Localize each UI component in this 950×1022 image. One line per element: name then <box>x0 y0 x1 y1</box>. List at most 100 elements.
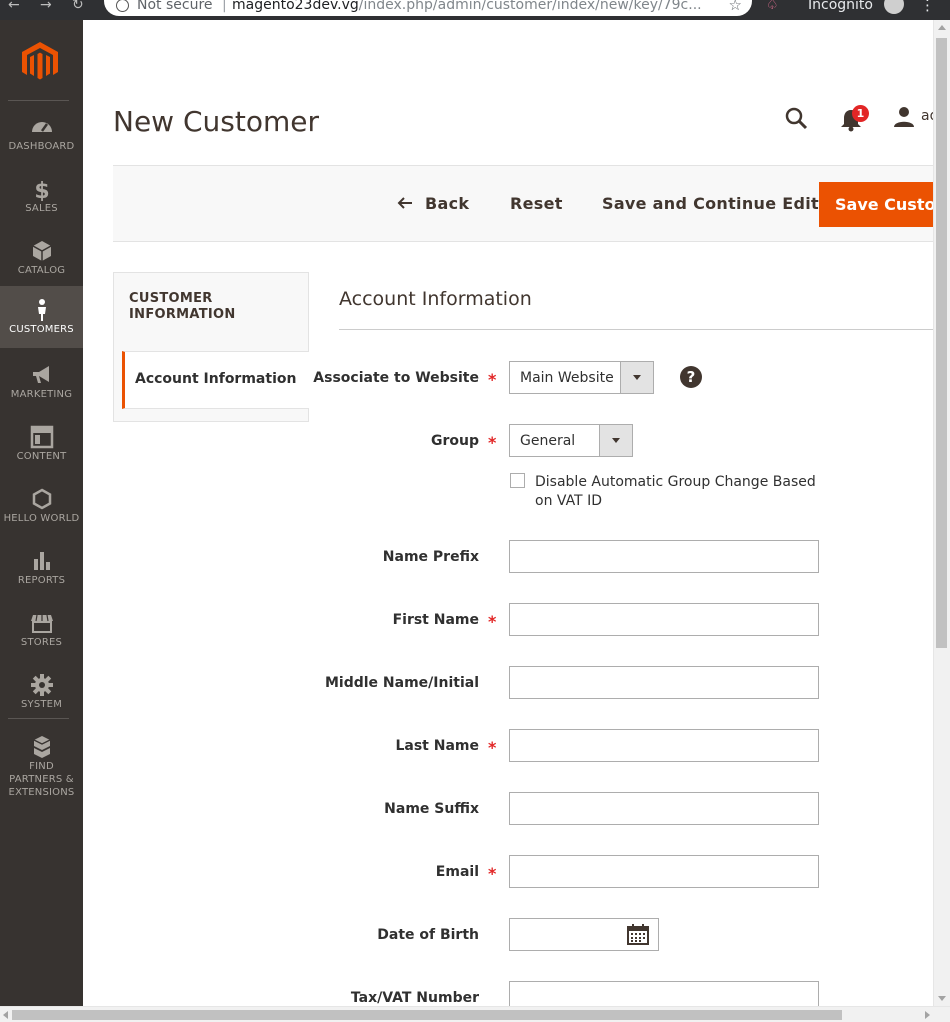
info-icon[interactable] <box>116 0 129 12</box>
browser-menu-icon[interactable]: ⋮ <box>920 0 935 14</box>
back-button[interactable]: Back <box>425 166 469 243</box>
page-actions-bar: Back Reset Save and Continue Edit Save C… <box>113 165 933 242</box>
reload-icon[interactable]: ↻ <box>72 0 84 12</box>
person-icon <box>37 299 46 321</box>
website-label: Associate to Website <box>313 370 479 386</box>
main-content: New Customer 1 ad Back Reset Save and Co… <box>83 20 933 1006</box>
tax-vat-input[interactable] <box>509 981 819 1006</box>
sidebar-item-find-partners[interactable]: FIND PARTNERS & EXTENSIONS <box>0 727 83 798</box>
address-bar[interactable]: Not secure | magento23dev.vg/index.php/a… <box>104 0 752 16</box>
horizontal-scrollbar[interactable] <box>0 1006 950 1022</box>
extension-icon[interactable]: ♤ <box>766 0 779 12</box>
section-divider <box>339 329 933 330</box>
box-icon <box>32 241 51 261</box>
user-name[interactable]: ad <box>921 108 933 124</box>
cubes-icon <box>33 736 50 758</box>
tab-account-information[interactable]: Account Information <box>122 351 309 409</box>
url-text: magento23dev.vg/index.php/admin/customer… <box>232 0 702 13</box>
group-label: Group <box>430 433 479 449</box>
user-icon[interactable] <box>893 106 915 128</box>
bar-chart-icon <box>33 552 50 570</box>
customer-tabs: CUSTOMER INFORMATION Account Information <box>113 272 309 422</box>
sidebar-divider <box>8 100 69 101</box>
tab-label: Account Information <box>135 371 297 387</box>
required-marker: * <box>488 433 497 452</box>
first-name-input[interactable] <box>509 603 819 636</box>
required-marker: * <box>488 738 497 757</box>
layout-icon <box>30 425 53 449</box>
website-select-value: Main Website <box>520 370 614 386</box>
back-arrow-icon[interactable] <box>397 195 413 211</box>
name-suffix-input[interactable] <box>509 792 819 825</box>
sidebar-item-reports[interactable]: REPORTS <box>0 541 83 603</box>
required-marker: * <box>488 864 497 883</box>
disable-group-change-checkbox[interactable] <box>510 473 525 488</box>
last-name-input[interactable] <box>509 729 819 762</box>
sidebar-item-label: SYSTEM <box>20 699 63 710</box>
horizontal-scroll-thumb[interactable] <box>12 1010 842 1020</box>
group-select[interactable]: General <box>509 424 633 457</box>
search-icon[interactable] <box>784 106 808 130</box>
vertical-scrollbar[interactable] <box>933 20 950 1006</box>
sidebar-item-label: CUSTOMERS <box>9 324 74 335</box>
required-marker: * <box>488 370 497 389</box>
sidebar-item-label: DASHBOARD <box>8 141 75 152</box>
reset-button[interactable]: Reset <box>510 166 563 243</box>
svg-text:$: $ <box>34 179 49 201</box>
dob-input[interactable] <box>509 918 659 951</box>
email-label: Email <box>435 864 479 880</box>
name-prefix-label: Name Prefix <box>382 549 479 565</box>
calendar-icon[interactable] <box>627 924 649 945</box>
url-separator: | <box>222 0 227 13</box>
sidebar-item-customers[interactable]: CUSTOMERS <box>0 286 83 348</box>
sidebar-item-hello-world[interactable]: HELLO WORLD <box>0 479 83 541</box>
gear-icon <box>30 674 53 696</box>
sidebar-item-label: FIND PARTNERS & EXTENSIONS <box>8 761 75 798</box>
not-secure-label: Not secure <box>137 0 213 13</box>
scroll-down-arrow[interactable] <box>938 996 946 1001</box>
storefront-icon <box>30 614 53 633</box>
help-icon[interactable]: ? <box>680 366 702 388</box>
page-title: New Customer <box>113 105 319 138</box>
url-path: /index.php/admin/customer/index/new/key/… <box>358 0 702 13</box>
forward-arrow-icon[interactable]: → <box>40 0 52 12</box>
disable-group-change-label[interactable]: Disable Automatic Group Change Based on … <box>535 473 835 511</box>
sidebar-item-label: SALES <box>25 203 58 214</box>
middle-name-label: Middle Name/Initial <box>324 675 479 691</box>
first-name-label: First Name <box>392 612 479 628</box>
save-continue-button[interactable]: Save and Continue Edit <box>602 166 819 243</box>
chevron-down-icon <box>599 425 632 456</box>
group-select-value: General <box>520 433 576 449</box>
incognito-label: Incognito <box>808 0 873 13</box>
sidebar-item-stores[interactable]: STORES <box>0 603 83 665</box>
vertical-scroll-thumb[interactable] <box>936 38 947 648</box>
sidebar-item-marketing[interactable]: MARKETING <box>0 355 83 417</box>
chevron-down-icon <box>620 362 653 393</box>
sidebar-item-sales[interactable]: $ SALES <box>0 169 83 231</box>
sidebar-item-dashboard[interactable]: DASHBOARD <box>0 107 83 169</box>
magento-logo-icon[interactable] <box>22 42 58 82</box>
dashboard-icon <box>31 122 52 132</box>
scroll-right-arrow[interactable] <box>925 1011 930 1019</box>
email-input[interactable] <box>509 855 819 888</box>
sidebar-divider <box>8 718 69 719</box>
back-arrow-icon[interactable]: ← <box>8 0 20 12</box>
scroll-up-arrow[interactable] <box>938 25 946 30</box>
website-select[interactable]: Main Website <box>509 361 654 394</box>
megaphone-icon <box>32 366 49 383</box>
save-customer-button[interactable]: Save Customer <box>819 182 933 227</box>
sidebar-item-catalog[interactable]: CATALOG <box>0 231 83 293</box>
scroll-left-arrow[interactable] <box>3 1011 8 1019</box>
admin-sidebar: DASHBOARD $ SALES CATALOG CUSTOMERS MARK… <box>0 20 83 1006</box>
sidebar-item-label: HELLO WORLD <box>3 513 80 524</box>
sidebar-item-label: STORES <box>20 637 63 648</box>
sidebar-item-content[interactable]: CONTENT <box>0 417 83 479</box>
dollar-icon: $ <box>34 179 49 201</box>
tabs-title: CUSTOMER INFORMATION <box>129 291 236 322</box>
url-host: magento23dev.vg <box>232 0 359 13</box>
middle-name-input[interactable] <box>509 666 819 699</box>
bookmark-star-icon[interactable]: ☆ <box>729 0 742 14</box>
name-suffix-label: Name Suffix <box>384 801 479 817</box>
notification-badge[interactable]: 1 <box>852 105 869 122</box>
name-prefix-input[interactable] <box>509 540 819 573</box>
